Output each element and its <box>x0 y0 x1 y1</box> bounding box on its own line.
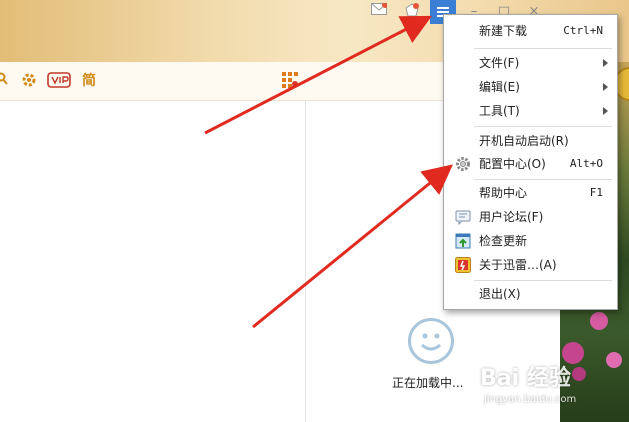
gear-icon[interactable] <box>20 72 38 90</box>
menu-item-label: 检查更新 <box>479 234 528 248</box>
search-icon[interactable] <box>0 72 10 90</box>
menu-item-user-forum[interactable]: 用户论坛(F) <box>444 205 617 229</box>
xunlei-logo-icon <box>455 257 471 273</box>
message-icon[interactable] <box>369 2 389 21</box>
menu-item-label: 文件(F) <box>479 56 520 70</box>
menu-item-label: 帮助中心 <box>479 186 528 200</box>
menu-separator <box>474 48 612 49</box>
submenu-arrow-icon <box>603 83 608 91</box>
menu-item-label: 退出(X) <box>479 287 521 301</box>
skin-icon[interactable] <box>402 3 422 21</box>
menu-separator <box>474 126 612 127</box>
gear-icon <box>455 156 471 172</box>
menu-item-shortcut: Alt+O <box>569 157 603 170</box>
menu-separator <box>474 179 612 180</box>
menu-item-tools[interactable]: 工具(T) <box>444 99 617 123</box>
submenu-arrow-icon <box>603 107 608 115</box>
smiley-icon <box>408 318 454 364</box>
menu-item-label: 用户论坛(F) <box>479 210 544 224</box>
main-dropdown-menu: 新建下载 Ctrl+N 文件(F) 编辑(E) 工具(T) 开机自动启动(R) … <box>443 14 618 310</box>
menu-separator <box>474 280 612 281</box>
menu-item-edit[interactable]: 编辑(E) <box>444 75 617 99</box>
menu-item-check-update[interactable]: 检查更新 <box>444 229 617 253</box>
menu-item-label: 开机自动启动(R) <box>479 134 569 148</box>
menu-item-exit[interactable]: 退出(X) <box>444 282 617 306</box>
menu-item-file[interactable]: 文件(F) <box>444 51 617 75</box>
submenu-arrow-icon <box>603 59 608 67</box>
menu-item-new-download[interactable]: 新建下载 Ctrl+N <box>444 19 617 43</box>
simplified-chinese-toggle[interactable]: 简 <box>80 72 98 90</box>
apps-grid-icon[interactable] <box>281 72 299 90</box>
menu-item-label: 新建下载 <box>479 24 528 38</box>
watermark-url: jingyan.baidu.com <box>484 394 577 405</box>
menu-item-shortcut: F1 <box>589 186 603 199</box>
menu-item-auto-start[interactable]: 开机自动启动(R) <box>444 129 617 153</box>
watermark-brand: Bai 经验 <box>480 366 571 391</box>
menu-item-config-center[interactable]: 配置中心(O) Alt+O <box>444 152 617 176</box>
menu-item-label: 配置中心(O) <box>479 157 546 171</box>
menu-item-about[interactable]: 关于迅雷…(A) <box>444 253 617 277</box>
menu-item-label: 编辑(E) <box>479 80 520 94</box>
menu-item-label: 关于迅雷…(A) <box>479 258 557 272</box>
menu-item-label: 工具(T) <box>479 104 520 118</box>
forum-icon <box>455 209 471 226</box>
update-icon <box>455 233 471 249</box>
menu-item-shortcut: Ctrl+N <box>563 24 603 37</box>
menu-item-help-center[interactable]: 帮助中心 F1 <box>444 181 617 205</box>
download-list-pane <box>0 101 306 422</box>
vip-icon[interactable] <box>47 72 71 90</box>
loading-text: 正在加载中... <box>392 376 464 390</box>
